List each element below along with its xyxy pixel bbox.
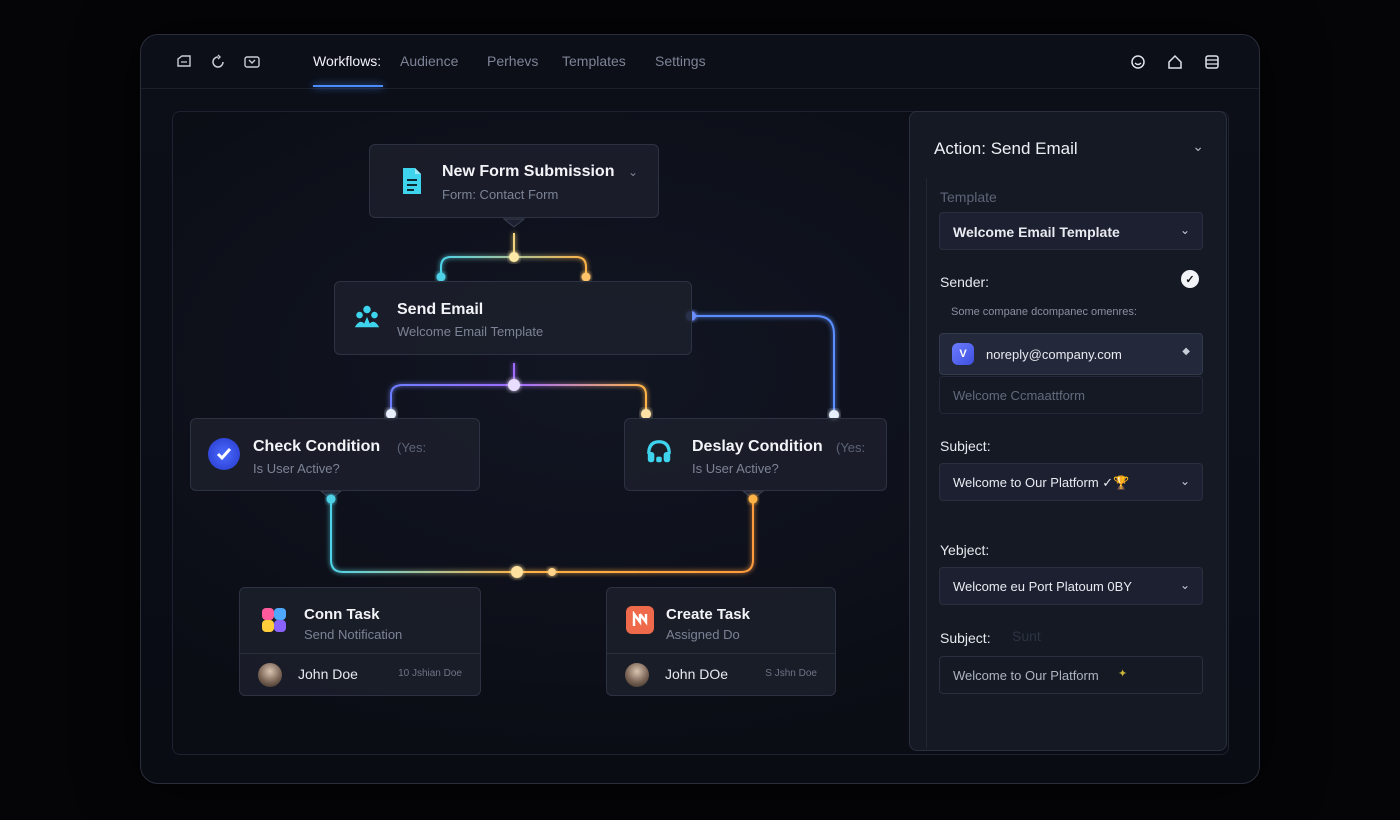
sender-value: noreply@company.com <box>986 347 1122 362</box>
node-title: Create Task <box>666 606 750 623</box>
subject-select[interactable]: Welcome to Our Platform ✓🏆 ⌄ <box>939 463 1203 501</box>
chevron-down-icon: ⌄ <box>1179 578 1190 592</box>
node-title: Deslay Condition <box>692 438 823 455</box>
subject-value-3: Welcome to Our Platform <box>953 668 1099 683</box>
avatar <box>258 663 282 687</box>
node-subtitle: Is User Active? <box>692 461 779 476</box>
subject-ghost-text: Sunt <box>1012 628 1041 644</box>
create-task-node[interactable]: Create Task Assigned Do John DOe S Jshn … <box>606 587 836 696</box>
sender-placeholder-field[interactable]: Welcome Ccmaattform <box>939 376 1203 414</box>
node-title: Send Email <box>397 301 484 318</box>
node-title: New Form Submission <box>442 163 615 180</box>
node-condition-label: (Yes: <box>397 440 427 455</box>
assignee-detail: S Jshn Doe <box>765 668 817 679</box>
template-label: Template <box>940 189 997 205</box>
template-value: Welcome Email Template <box>953 224 1120 240</box>
node-subtitle: Welcome Email Template <box>397 324 544 339</box>
avatar <box>625 663 649 687</box>
template-select[interactable]: Welcome Email Template ⌄ <box>939 212 1203 250</box>
app-window: Workflows: Audience Perhevs Templates Se… <box>140 34 1260 784</box>
assignee-name: John DOe <box>665 666 729 682</box>
sparkle-icon: ✦ <box>1118 668 1128 680</box>
node-title: Conn Task <box>304 606 380 623</box>
assignee-row[interactable]: John Doe 10 Jshian Doe <box>240 653 480 695</box>
task-app-icon <box>626 606 654 634</box>
subject-label-2: Yebject: <box>940 542 990 558</box>
assignee-name: John Doe <box>298 666 358 682</box>
node-subtitle: Send Notification <box>304 627 403 642</box>
assignee-detail: 10 Jshian Doe <box>398 668 462 679</box>
check-condition-node[interactable]: Check Condition (Yes: Is User Active? <box>190 418 480 491</box>
subject-value-2: Welcome eu Port Platoum 0BY <box>953 579 1132 594</box>
document-icon <box>398 167 426 195</box>
send-email-node[interactable]: Send Email Welcome Email Template <box>334 281 692 355</box>
headset-icon <box>645 438 673 466</box>
node-subtitle: Form: Contact Form <box>442 187 559 202</box>
node-subtitle: Is User Active? <box>253 461 340 476</box>
delay-condition-node[interactable]: Deslay Condition (Yes: Is User Active? <box>624 418 887 491</box>
sender-logo-icon: V <box>952 343 974 365</box>
subject-label: Subject: <box>940 438 991 454</box>
subject-select-2[interactable]: Welcome eu Port Platoum 0BY ⌄ <box>939 567 1203 605</box>
chevron-down-icon[interactable]: ⌄ <box>628 165 638 179</box>
chevron-down-icon: ⌄ <box>1179 223 1190 237</box>
node-condition-label: (Yes: <box>836 440 866 455</box>
subject-value: Welcome to Our Platform ✓🏆 <box>953 475 1130 490</box>
chevron-down-icon: ◆ <box>1182 346 1190 357</box>
check-badge-icon <box>208 438 240 470</box>
sender-label: Sender: <box>940 274 990 290</box>
sender-hint: Some compane dcompanec omenres: <box>951 306 1137 318</box>
placeholder-text: Welcome Ccmaattform <box>953 388 1085 403</box>
action-settings-panel: Action: Send Email ⌄ Template Welcome Em… <box>909 111 1227 751</box>
panel-title: Action: Send Email <box>934 139 1078 158</box>
check-icon[interactable]: ✓ <box>1181 270 1199 288</box>
node-subtitle: Assigned Do <box>666 627 740 642</box>
assignee-row[interactable]: John DOe S Jshn Doe <box>607 653 835 695</box>
trigger-node[interactable]: New Form Submission Form: Contact Form ⌄ <box>369 144 659 218</box>
people-icon <box>353 302 381 330</box>
chevron-down-icon: ⌄ <box>1179 474 1190 488</box>
node-title: Check Condition <box>253 438 381 455</box>
sender-select[interactable]: V noreply@company.com ◆ <box>939 333 1203 375</box>
conn-task-node[interactable]: Conn Task Send Notification John Doe 10 … <box>239 587 481 696</box>
colorful-app-icon <box>260 606 288 634</box>
chevron-down-icon[interactable]: ⌄ <box>1192 138 1204 155</box>
subject-label-3: Subject: <box>940 630 991 646</box>
subject-input-3[interactable]: Welcome to Our Platform ✦ <box>939 656 1203 694</box>
